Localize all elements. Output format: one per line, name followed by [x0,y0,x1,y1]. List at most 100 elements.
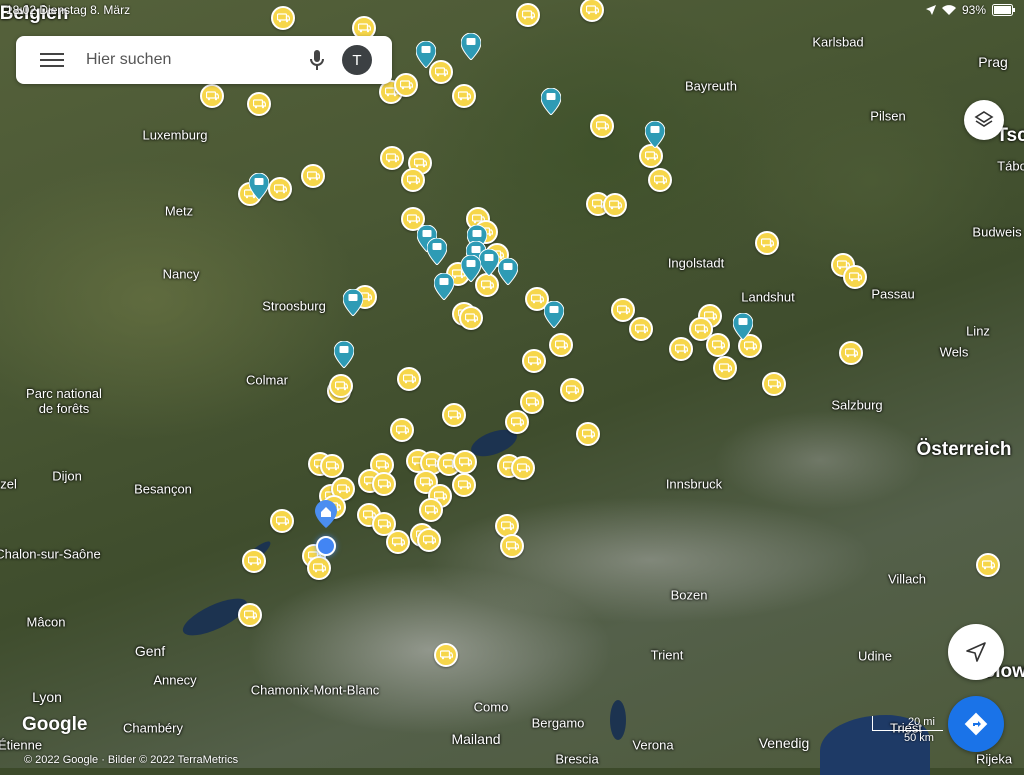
place-label: Luxemburg [142,127,208,143]
rv-pin-icon[interactable] [433,272,455,301]
place-label: Nancy [162,266,200,282]
camper-van-icon[interactable] [511,456,535,480]
camper-van-icon[interactable] [380,146,404,170]
camper-van-icon[interactable] [320,454,344,478]
camper-van-icon[interactable] [611,298,635,322]
camper-van-icon[interactable] [669,337,693,361]
battery-percent: 93% [961,3,986,17]
status-time: 18:02 Dienstag 8. März [6,3,131,17]
map-copyright: © 2022 Google · Bilder © 2022 TerraMetri… [24,754,239,766]
place-label: Linz [966,323,990,339]
camper-van-icon[interactable] [713,356,737,380]
battery-icon [992,4,1015,16]
place-label: Passau [871,286,915,302]
camper-van-icon[interactable] [372,472,396,496]
place-label: Chambéry [123,720,183,736]
camper-van-icon[interactable] [843,265,867,289]
camper-van-icon[interactable] [386,530,410,554]
hamburger-menu-icon[interactable] [40,50,64,70]
camper-van-icon[interactable] [762,372,786,396]
rv-pin-icon[interactable] [342,288,364,317]
current-location-dot [316,536,336,556]
camper-van-icon[interactable] [242,549,266,573]
place-label: Landshut [741,289,795,305]
camper-van-icon[interactable] [247,92,271,116]
camper-van-icon[interactable] [549,333,573,357]
camper-van-icon[interactable] [397,367,421,391]
place-label: Mailand [451,731,501,747]
camper-van-icon[interactable] [500,534,524,558]
rv-pin-icon[interactable] [540,87,562,116]
place-label: Bozen [670,587,708,603]
layers-icon [974,111,994,127]
place-label: Stroosburg [262,298,326,314]
place-label: Innsbruck [665,476,723,492]
directions-button[interactable] [948,696,1004,752]
camper-van-icon[interactable] [417,528,441,552]
microphone-icon[interactable] [308,49,326,71]
rv-pin-icon[interactable] [543,300,565,329]
rv-pin-icon[interactable] [732,312,754,341]
lake-garda [610,700,626,740]
camper-van-icon[interactable] [560,378,584,402]
place-label: Trient [650,647,684,663]
place-label: Bayreuth [684,78,738,94]
camper-van-icon[interactable] [839,341,863,365]
account-avatar[interactable]: T [342,45,372,75]
rv-pin-icon[interactable] [333,340,355,369]
search-input[interactable]: Hier suchen [86,51,308,69]
rv-pin-icon[interactable] [426,237,448,266]
camper-van-icon[interactable] [390,418,414,442]
place-label: Prag [978,54,1008,70]
search-bar[interactable]: Hier suchen T [16,36,392,84]
camper-van-icon[interactable] [755,231,779,255]
camper-van-icon[interactable] [419,498,443,522]
rv-pin-icon[interactable] [460,254,482,283]
home-pin-icon[interactable] [315,500,337,528]
camper-van-icon[interactable] [576,422,600,446]
rv-pin-icon[interactable] [497,257,519,286]
layers-button[interactable] [964,100,1004,140]
place-label: Villach [887,571,927,587]
camper-van-icon[interactable] [590,114,614,138]
place-label: Bergamo [531,715,585,731]
camper-van-icon[interactable] [329,374,353,398]
camper-van-icon[interactable] [706,333,730,357]
camper-van-icon[interactable] [648,168,672,192]
place-label: Österreich [916,439,1012,460]
camper-van-icon[interactable] [452,473,476,497]
scale-km: 50 km [904,732,934,744]
camper-van-icon[interactable] [459,306,483,330]
camper-van-icon[interactable] [603,193,627,217]
map-scale: 20 mi 50 km [872,716,943,744]
place-label: Ingolstadt [667,255,725,271]
my-location-button[interactable] [948,624,1004,680]
camper-van-icon[interactable] [200,84,224,108]
camper-van-icon[interactable] [522,349,546,373]
camper-van-icon[interactable] [401,168,425,192]
camper-van-icon[interactable] [394,73,418,97]
camper-van-icon[interactable] [453,450,477,474]
camper-van-icon[interactable] [505,410,529,434]
place-label: Karlsbad [812,34,864,50]
camper-van-icon[interactable] [268,177,292,201]
rv-pin-icon[interactable] [644,120,666,149]
camper-van-icon[interactable] [629,317,653,341]
camper-van-icon[interactable] [976,553,1000,577]
rv-pin-icon[interactable] [248,172,270,201]
rv-pin-icon[interactable] [415,40,437,69]
camper-van-icon[interactable] [452,84,476,108]
place-label: Udine [858,648,892,664]
camper-van-icon[interactable] [301,164,325,188]
rv-pin-icon[interactable] [460,32,482,61]
camper-van-icon[interactable] [442,403,466,427]
place-label: Wels [939,344,969,360]
place-label: Annecy [153,672,197,688]
rv-pin-icon[interactable] [478,248,500,277]
camper-van-icon[interactable] [307,556,331,580]
camper-van-icon[interactable] [434,643,458,667]
camper-van-icon[interactable] [270,509,294,533]
camper-van-icon[interactable] [238,603,262,627]
camper-van-icon[interactable] [520,390,544,414]
status-bar: 18:02 Dienstag 8. März 93% [0,0,1024,20]
